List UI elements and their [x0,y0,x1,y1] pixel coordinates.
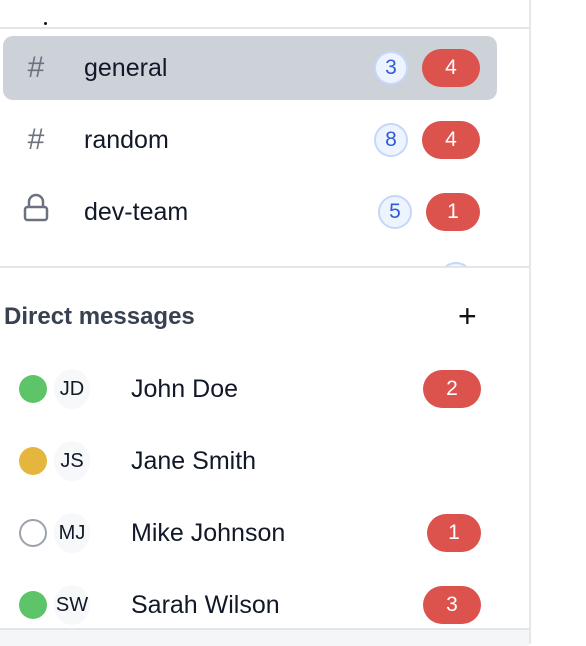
hash-icon: # [27,123,45,156]
mention-badge: 8 [374,123,408,157]
sidebar-footer [0,628,529,646]
channel-item-general[interactable]: # general 3 4 [3,36,497,100]
unread-badge: 1 [426,193,480,231]
mention-badge: 3 [374,51,408,85]
channel-item-random[interactable]: # random 8 4 [3,108,497,172]
dm-name: Sarah Wilson [131,590,280,619]
dm-item-john-doe[interactable]: JD John Doe 2 [0,357,529,421]
sidebar: # general 3 4 # random 8 4 dev-team 5 1 … [0,0,531,646]
channel-list[interactable]: # general 3 4 # random 8 4 dev-team 5 1 [0,29,529,266]
unread-badge: 1 [427,514,481,552]
lock-icon [21,193,51,231]
status-away-icon [19,447,47,475]
direct-messages-heading: Direct messages [4,303,195,330]
channel-item-dev-team[interactable]: dev-team 5 1 [3,180,497,244]
hash-icon: # [27,51,45,84]
avatar: JS [54,441,90,481]
status-online-icon [19,375,47,403]
unread-badge: 4 [422,49,480,87]
section-header-remnant [44,22,47,25]
unread-badge: 3 [423,586,481,624]
dm-name: Jane Smith [131,446,257,475]
avatar: MJ [54,513,90,553]
channel-name: random [84,125,169,154]
divider [0,266,529,268]
add-direct-message-button[interactable]: + [458,300,477,332]
dm-name: Mike Johnson [131,518,286,547]
mention-badge: 5 [378,195,412,229]
status-online-icon [19,591,47,619]
avatar: JD [54,369,90,409]
dm-item-mike-johnson[interactable]: MJ Mike Johnson 1 [0,501,529,565]
unread-badge: 4 [422,121,480,159]
channel-name: dev-team [84,197,189,226]
dm-item-jane-smith[interactable]: JS Jane Smith [0,429,529,493]
avatar: SW [54,585,90,625]
status-offline-icon [19,519,47,547]
dm-name: John Doe [131,374,239,403]
channel-name: general [84,53,168,82]
unread-badge: 2 [423,370,481,408]
